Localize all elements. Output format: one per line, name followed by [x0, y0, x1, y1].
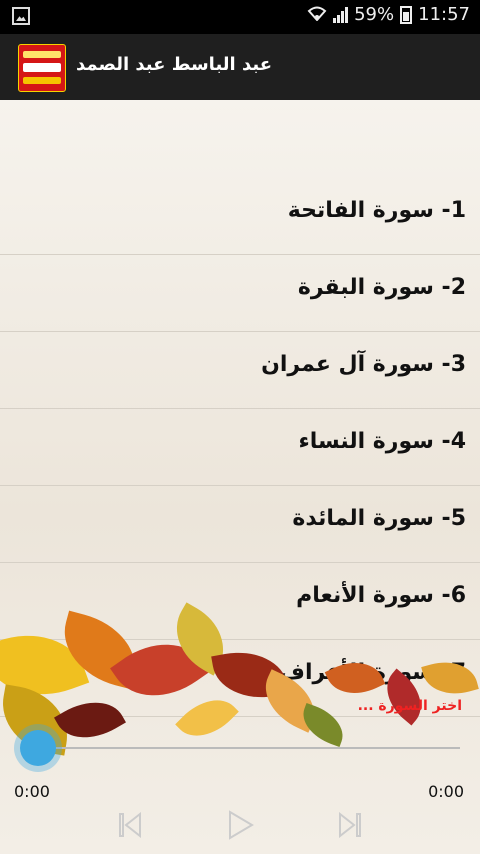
surah-label: 6- سورة الأنعام — [296, 583, 466, 608]
gallery-notification-icon — [12, 7, 30, 25]
surah-item-4[interactable]: 4- سورة النساء — [0, 409, 480, 486]
signal-icon — [333, 6, 349, 23]
surah-item-3[interactable]: 3- سورة آل عمران — [0, 332, 480, 409]
surah-label: 5- سورة المائدة — [292, 506, 466, 531]
app-logo-icon[interactable] — [18, 44, 66, 92]
battery-icon — [400, 5, 413, 24]
clock: 11:57 — [418, 4, 470, 25]
seek-bar[interactable] — [38, 747, 460, 749]
status-bar: 59% 11:57 — [0, 0, 480, 34]
surah-item-1[interactable]: 1- سورة الفاتحة — [0, 178, 480, 255]
surah-item-5[interactable]: 5- سورة المائدة — [0, 486, 480, 563]
wifi-icon — [307, 5, 327, 25]
next-button[interactable] — [332, 810, 368, 840]
play-icon — [229, 810, 254, 840]
previous-button[interactable] — [112, 810, 148, 840]
app-bar: عبد الباسط عبد الصمد — [0, 34, 480, 100]
skip-previous-icon — [119, 812, 141, 838]
main-content: 1- سورة الفاتحة 2- سورة البقرة 3- سورة آ… — [0, 100, 480, 854]
surah-label: 3- سورة آل عمران — [261, 352, 466, 377]
surah-item-2[interactable]: 2- سورة البقرة — [0, 255, 480, 332]
surah-label: 2- سورة البقرة — [297, 275, 466, 300]
elapsed-time: 0:00 — [14, 782, 50, 801]
surah-label: 1- سورة الفاتحة — [287, 198, 466, 223]
surah-label: 4- سورة النساء — [298, 429, 466, 454]
app-title: عبد الباسط عبد الصمد — [76, 54, 273, 75]
skip-next-icon — [339, 812, 361, 838]
audio-player: اختر السورة ... 0:00 0:00 — [0, 690, 480, 854]
seek-knob[interactable] — [20, 730, 56, 766]
total-duration: 0:00 — [428, 782, 464, 801]
choose-surah-prompt: اختر السورة ... — [357, 698, 462, 714]
battery-percent: 59% — [354, 4, 395, 25]
play-button[interactable] — [222, 810, 258, 840]
status-right: 59% 11:57 — [307, 4, 470, 25]
